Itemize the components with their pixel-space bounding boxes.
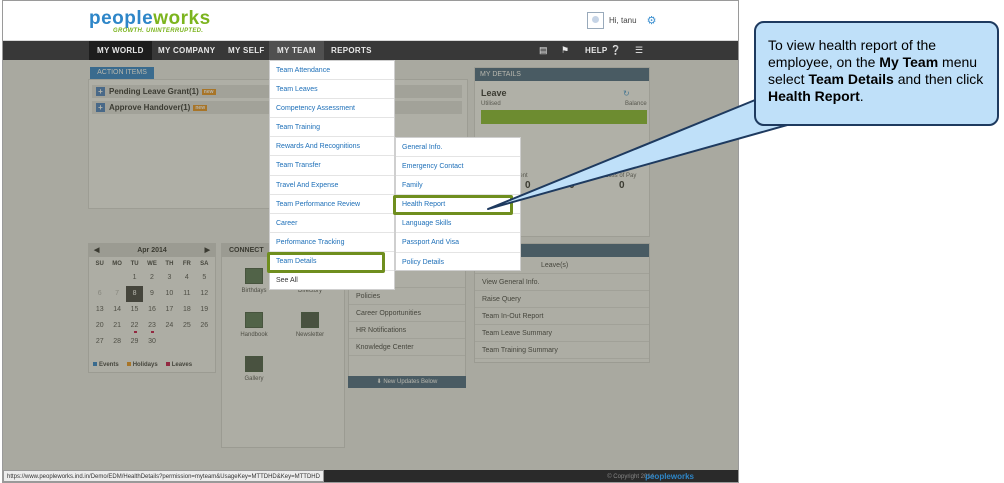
nav-help[interactable]: HELP [581,41,612,60]
sitemap-icon[interactable]: ☰ [635,41,643,60]
status-bar: https://www.peopleworks.ind.in/Demo/EDM/… [3,470,738,482]
menu-item-team-training[interactable]: Team Training [270,118,394,138]
book-icon[interactable]: ▤ [539,41,548,60]
nav-my-self[interactable]: MY SELF [220,41,273,60]
callout-bold-3: Health Report [768,88,860,104]
user-greeting: Hi, tanu [609,16,637,25]
callout-text-3: and then click [893,71,984,87]
menu-item-performance-tracking[interactable]: Performance Tracking [270,233,394,252]
footer-logo: peopleworks [645,472,694,481]
submenu-item-general-info[interactable]: General Info. [396,138,520,158]
callout-text: To view health report of the employee, o… [768,37,996,105]
main-nav: MY WORLD MY COMPANY MY SELF MY TEAM REPO… [3,41,738,60]
submenu-item-emergency-contact[interactable]: Emergency Contact [396,157,520,177]
submenu-item-passport-visa[interactable]: Passport And Visa [396,233,520,253]
submenu-item-family[interactable]: Family [396,176,520,196]
menu-item-see-all[interactable]: See All [270,271,394,290]
top-bar: peopleworks GROWTH. UNINTERRUPTED. Hi, t… [3,1,738,41]
callout-text-4: . [859,88,864,104]
app-window: peopleworks GROWTH. UNINTERRUPTED. Hi, t… [2,0,739,483]
logo-part-b: ple [124,8,154,29]
logo-part-a: peo [89,8,125,29]
menu-item-team-attendance[interactable]: Team Attendance [270,61,394,81]
nav-reports[interactable]: REPORTS [323,41,380,60]
status-url: https://www.peopleworks.ind.in/Demo/EDM/… [3,470,324,482]
logo-text: peopleworks [89,8,211,29]
flag-icon[interactable]: ⚑ [561,41,569,60]
team-details-highlight [267,252,385,273]
menu-item-rewards[interactable]: Rewards And Recognitions [270,137,394,157]
callout-bold-2: Team Details [808,71,894,87]
logo-tagline: GROWTH. UNINTERRUPTED. [113,28,204,34]
menu-item-team-performance-review[interactable]: Team Performance Review [270,195,394,214]
callout-bold-1: My Team [879,54,939,70]
user-area: Hi, tanu ⚙ [587,12,656,29]
menu-item-career[interactable]: Career [270,214,394,233]
nav-my-world[interactable]: MY WORLD [89,41,152,60]
avatar[interactable] [587,12,604,29]
submenu-item-language-skills[interactable]: Language Skills [396,214,520,234]
health-report-highlight [393,195,513,215]
logo-part-c: works [153,8,211,29]
logo[interactable]: peopleworks GROWTH. UNINTERRUPTED. [89,8,211,34]
nav-my-company[interactable]: MY COMPANY [150,41,223,60]
help-icon[interactable]: ❔ [610,41,621,60]
menu-item-travel-expense[interactable]: Travel And Expense [270,176,394,195]
menu-item-competency-assessment[interactable]: Competency Assessment [270,99,394,119]
instruction-callout: To view health report of the employee, o… [754,21,999,126]
gear-icon[interactable]: ⚙ [647,14,657,27]
menu-item-team-transfer[interactable]: Team Transfer [270,156,394,176]
menu-item-team-leaves[interactable]: Team Leaves [270,80,394,100]
nav-my-team[interactable]: MY TEAM [269,41,324,60]
submenu-item-policy-details[interactable]: Policy Details [396,253,520,272]
